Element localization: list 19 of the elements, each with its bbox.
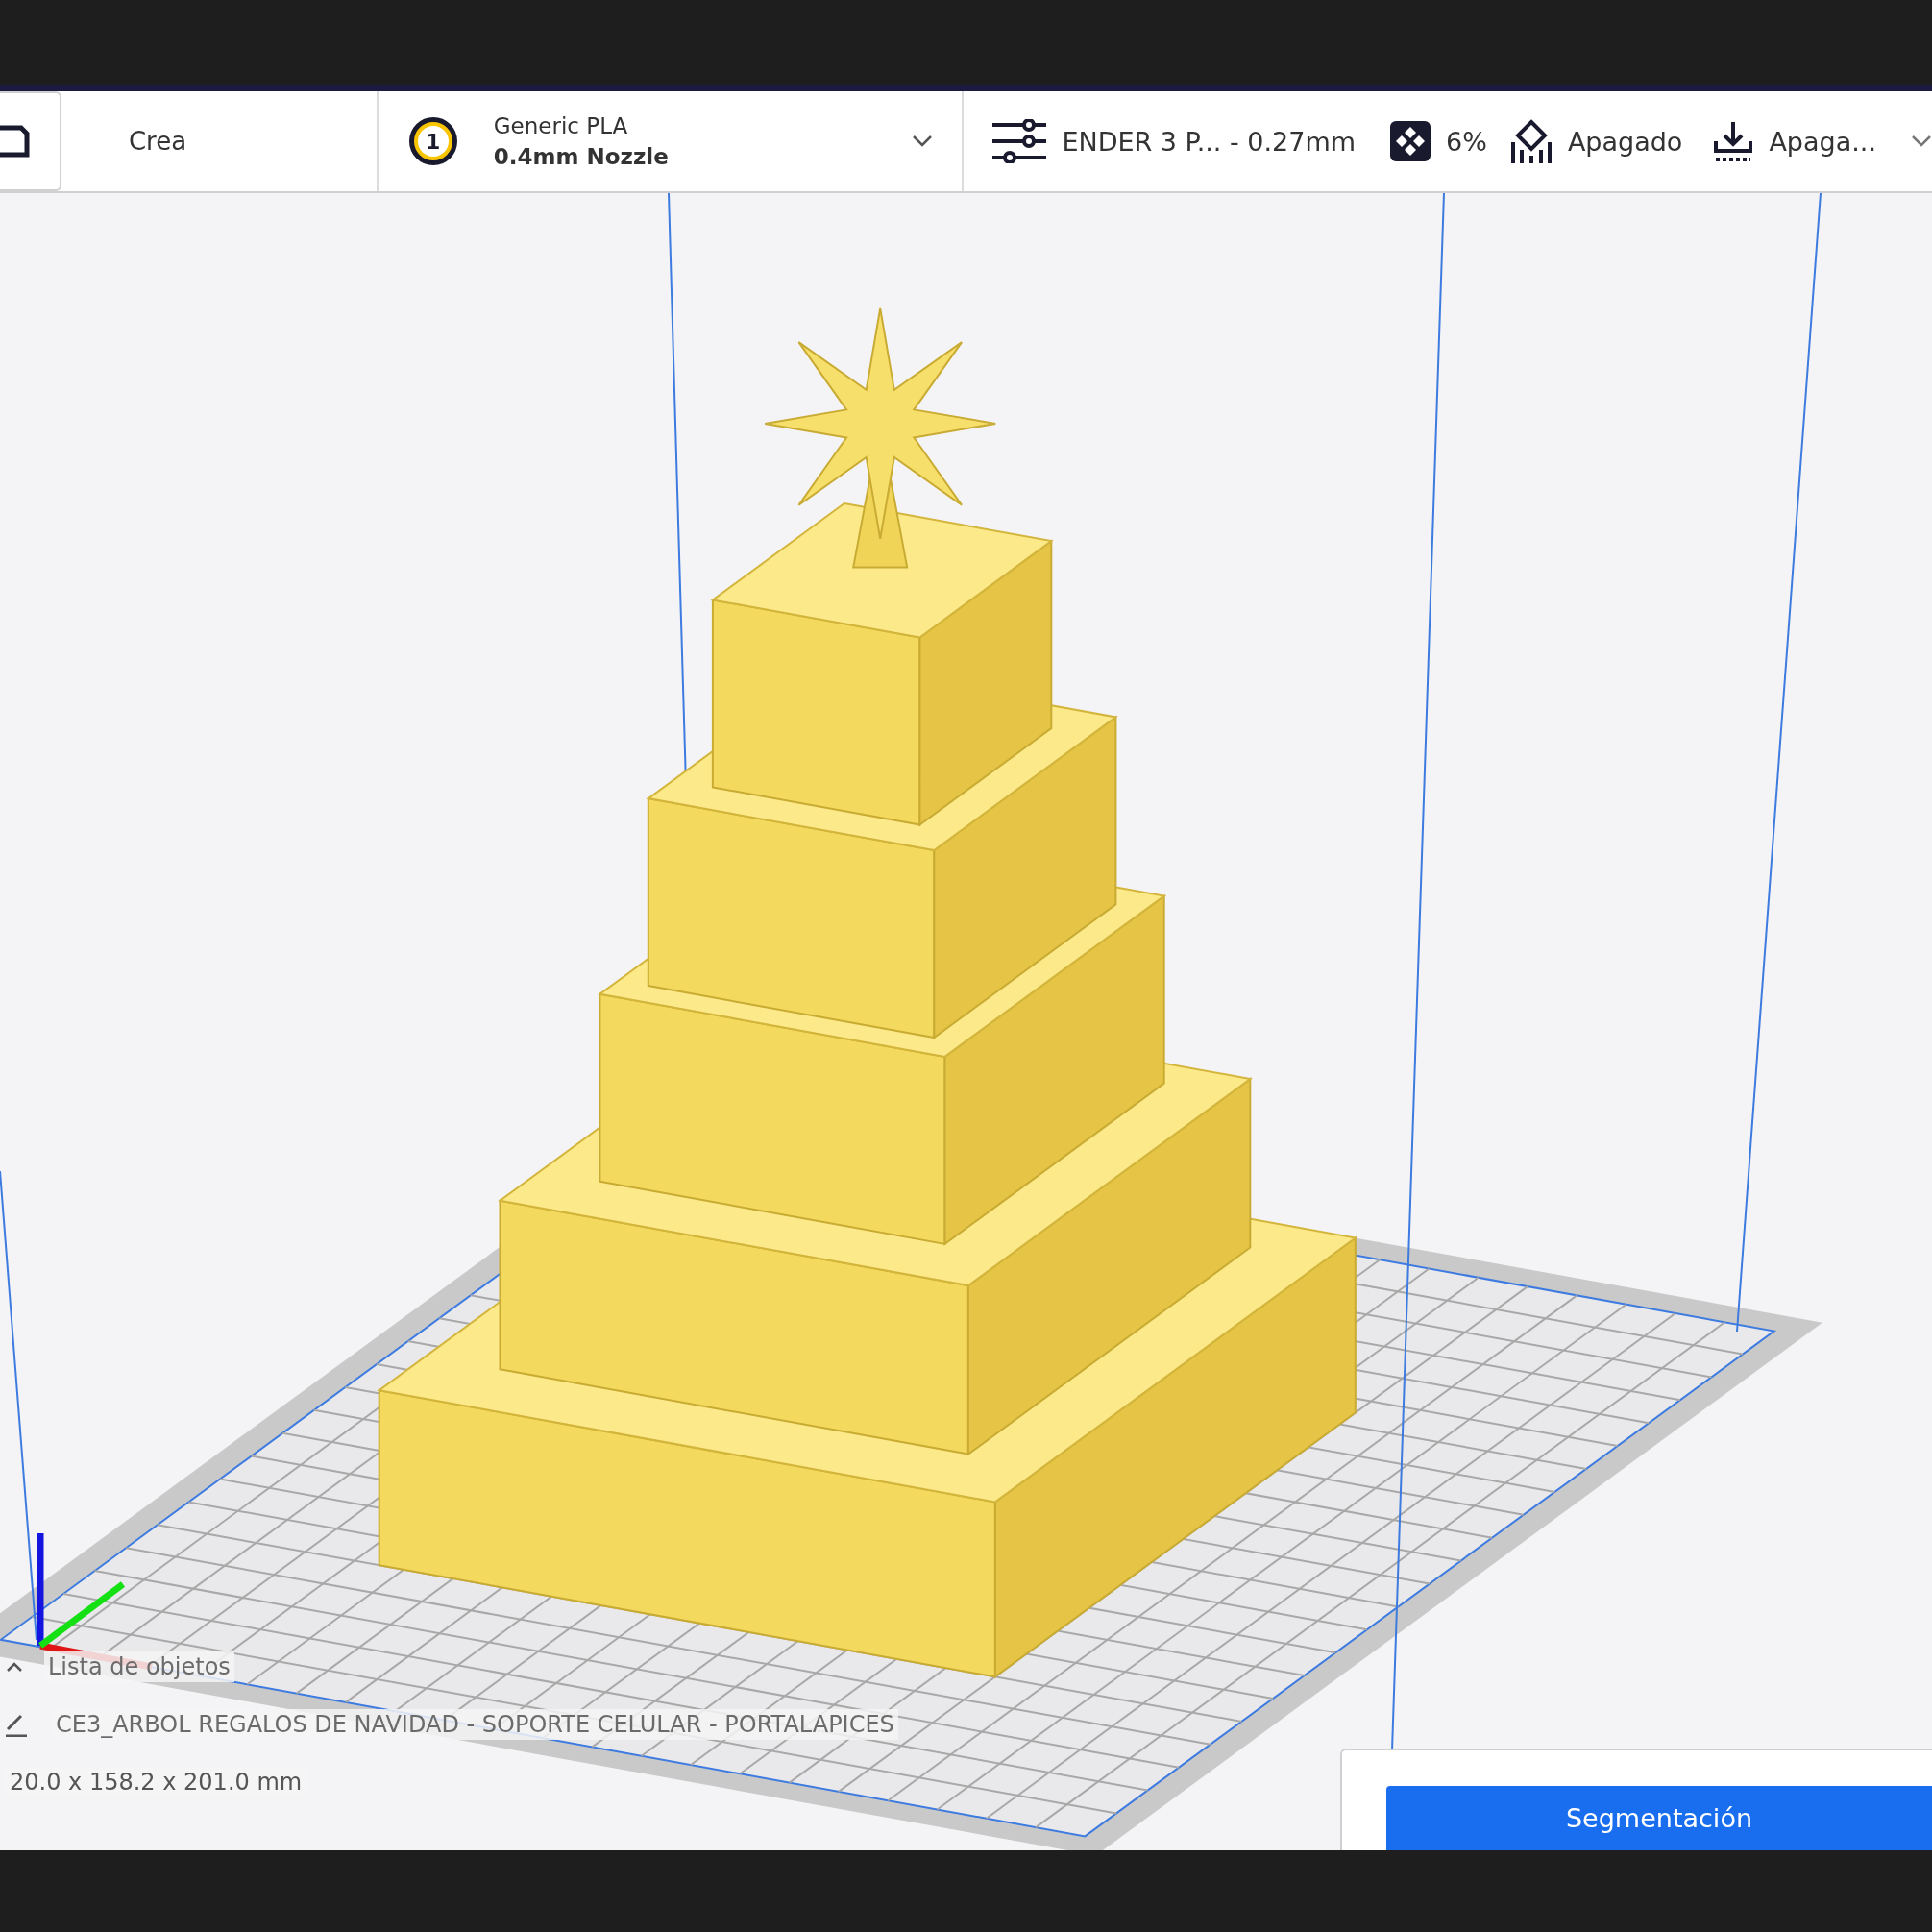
material-selector[interactable]: 1 Generic PLA 0.4mm Nozzle bbox=[378, 91, 965, 191]
nozzle-size: 0.4mm Nozzle bbox=[493, 144, 670, 169]
caret-up-icon[interactable] bbox=[6, 1661, 23, 1673]
sliders-icon bbox=[992, 119, 1047, 163]
support-value: Apagado bbox=[1567, 126, 1683, 157]
slice-button[interactable]: Segmentación bbox=[1386, 1786, 1932, 1850]
infill-icon bbox=[1390, 121, 1431, 161]
adhesion-value: Apaga... bbox=[1769, 126, 1876, 157]
print-settings-selector[interactable]: ENDER 3 P... - 0.27mm 6% Apagado Apaga... bbox=[964, 91, 1932, 191]
open-file-button[interactable] bbox=[0, 91, 61, 191]
material-name: Generic PLA bbox=[493, 113, 629, 138]
chevron-down-icon bbox=[1911, 135, 1932, 148]
infill-value: 6% bbox=[1446, 126, 1487, 157]
chevron-down-icon bbox=[912, 135, 934, 148]
support-icon bbox=[1509, 119, 1553, 163]
download-tray-icon bbox=[1713, 120, 1754, 162]
extruder-badge: 1 bbox=[408, 117, 457, 165]
object-list-title: Lista de objetos bbox=[44, 1651, 234, 1682]
profile-name: ENDER 3 P... - 0.27mm bbox=[1062, 126, 1357, 157]
